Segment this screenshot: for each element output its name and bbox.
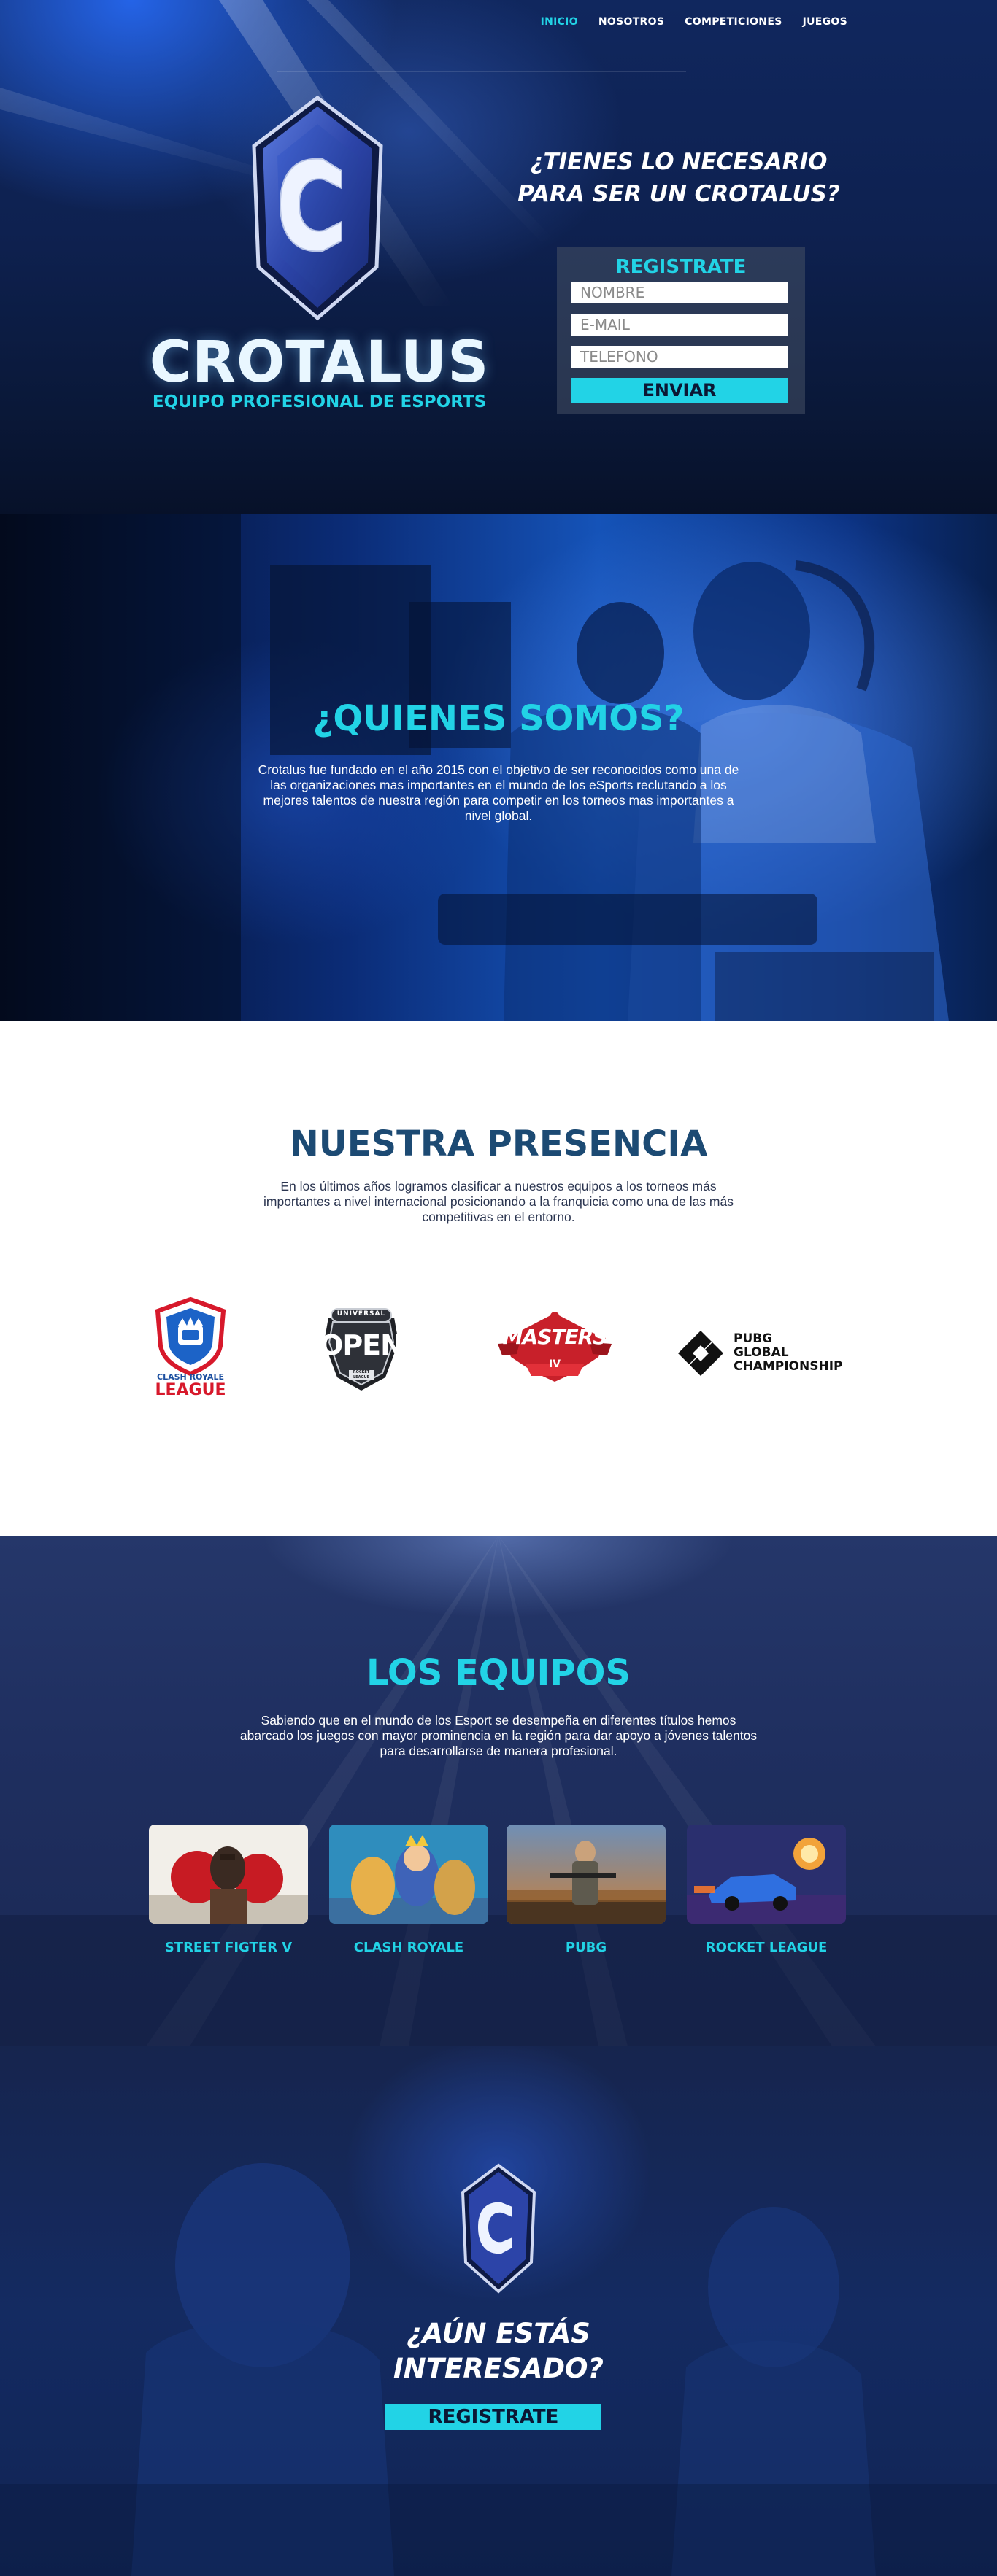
hero-question-line1: ¿TIENES LO NECESARIO bbox=[530, 149, 828, 175]
phone-field[interactable] bbox=[571, 346, 788, 368]
masters-logo-line2: IV bbox=[548, 1358, 561, 1370]
team-name-pubg: PUBG bbox=[565, 1940, 607, 1955]
cta-register-button[interactable]: REGISTRATE bbox=[385, 2404, 601, 2430]
register-form-title: REGISTRATE bbox=[615, 256, 747, 278]
cta-section: ¿AÚN ESTÁS INTERESADO? REGISTRATE bbox=[0, 2046, 997, 2576]
hero-light-rays bbox=[0, 0, 555, 306]
clash-royale-league-logo: CLASH ROYALE LEAGUE bbox=[143, 1295, 238, 1399]
clash-royale-image bbox=[329, 1825, 488, 1924]
email-field[interactable] bbox=[571, 314, 788, 336]
presence-section: NUESTRA PRESENCIA En los últimos años lo… bbox=[0, 1021, 997, 1536]
team-card-pubg[interactable]: PUBG bbox=[507, 1825, 666, 1955]
pubg-emblem-icon bbox=[678, 1331, 723, 1376]
pubg-logo-line3: CHAMPIONSHIP bbox=[734, 1359, 843, 1374]
cta-title-line1: ¿AÚN ESTÁS bbox=[407, 2318, 590, 2349]
name-field[interactable] bbox=[571, 282, 788, 303]
pubg-logo-text: PUBG GLOBAL CHAMPIONSHIP bbox=[734, 1332, 843, 1374]
universal-open-logo: UNIVERSAL OPEN ROCKET LEAGUE bbox=[314, 1299, 409, 1397]
teams-section: LOS EQUIPOS Sabiendo que en el mundo de … bbox=[0, 1536, 997, 2046]
arena-background-art bbox=[0, 1536, 997, 2046]
pubg-logo-line2: GLOBAL bbox=[734, 1345, 789, 1360]
universal-open-line1: UNIVERSAL bbox=[336, 1310, 386, 1318]
cta-title-line2: INTERESADO? bbox=[393, 2353, 604, 2384]
pubg-logo-line1: PUBG bbox=[734, 1331, 773, 1346]
team-card-rocket-league[interactable]: ROCKET LEAGUE bbox=[687, 1825, 846, 1955]
universal-open-line3: ROCKET LEAGUE bbox=[353, 1370, 370, 1380]
about-title: ¿QUIENES SOMOS? bbox=[312, 698, 685, 739]
pubg-image bbox=[507, 1825, 666, 1924]
pubg-global-championship-logo: PUBG GLOBAL CHAMPIONSHIP bbox=[675, 1328, 850, 1379]
cta-title: ¿AÚN ESTÁS INTERESADO? bbox=[0, 2316, 997, 2386]
teams-title: LOS EQUIPOS bbox=[366, 1652, 631, 1693]
crotalus-shield-logo bbox=[252, 95, 383, 321]
team-card-street-fighter[interactable]: STREET FIGTER V bbox=[149, 1825, 308, 1955]
street-fighter-image bbox=[149, 1825, 308, 1924]
rocket-league-image bbox=[687, 1825, 846, 1924]
team-card-clash-royale[interactable]: CLASH ROYALE bbox=[329, 1825, 488, 1955]
presence-title: NUESTRA PRESENCIA bbox=[289, 1123, 708, 1164]
masters-iv-logo: MASTERS IV bbox=[496, 1306, 613, 1386]
masters-logo-line1: MASTERS bbox=[502, 1325, 608, 1349]
register-form: REGISTRATE ENVIAR bbox=[557, 247, 805, 414]
team-name-clash-royale: CLASH ROYALE bbox=[353, 1940, 464, 1955]
universal-open-line2: OPEN bbox=[320, 1329, 404, 1361]
submit-button[interactable]: ENVIAR bbox=[571, 378, 788, 403]
team-name-street-fighter: STREET FIGTER V bbox=[164, 1940, 293, 1955]
brand-subtitle: EQUIPO PROFESIONAL DE ESPORTS bbox=[152, 392, 487, 411]
hero-question-line2: PARA SER UN CROTALUS? bbox=[517, 181, 840, 207]
clash-royale-logo-line2: LEAGUE bbox=[155, 1381, 226, 1399]
hero-section: INICIO NOSOTROS COMPETICIONES JUEGOS CRO… bbox=[0, 0, 997, 514]
team-name-rocket-league: ROCKET LEAGUE bbox=[705, 1940, 828, 1955]
presence-text: En los últimos años logramos clasificar … bbox=[263, 1179, 734, 1224]
teams-text: Sabiendo que en el mundo de los Esport s… bbox=[239, 1713, 758, 1758]
crowd-photo-illustration bbox=[0, 2046, 997, 2576]
hero-question: ¿TIENES LO NECESARIO PARA SER UN CROTALU… bbox=[504, 146, 854, 210]
about-text: Crotalus fue fundado en el año 2015 con … bbox=[258, 762, 739, 823]
about-section: ¿QUIENES SOMOS? Crotalus fue fundado en … bbox=[0, 514, 997, 1021]
cta-crotalus-logo bbox=[461, 2163, 536, 2294]
brand-name: CROTALUS bbox=[149, 330, 490, 395]
